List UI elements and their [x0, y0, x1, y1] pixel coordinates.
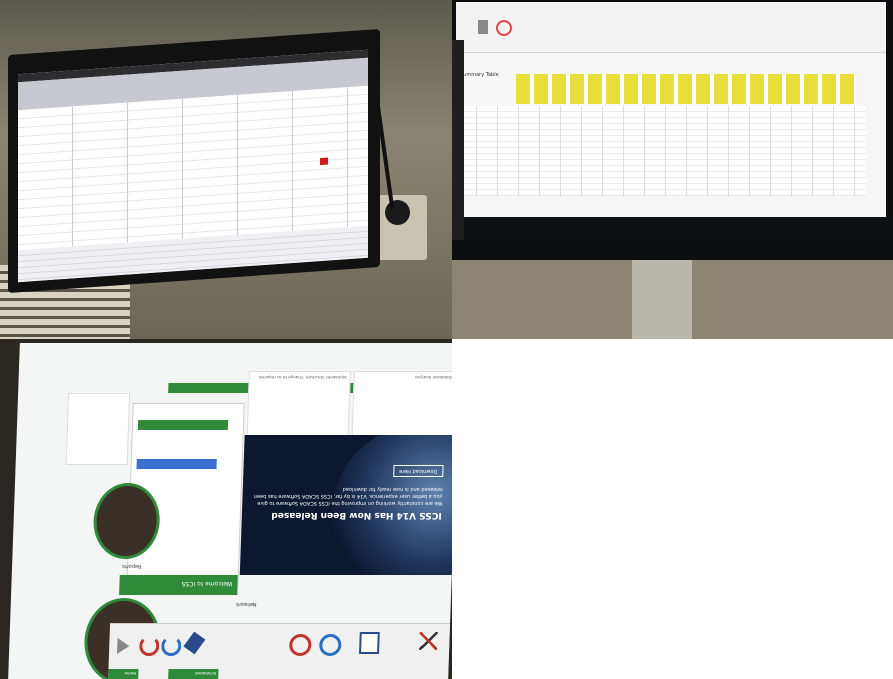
ribbon-right	[456, 2, 886, 53]
sidebar-selected-row[interactable]	[136, 459, 217, 469]
bottom-tab-home[interactable]: Home	[108, 669, 139, 679]
grid-columns	[18, 85, 368, 251]
left-edge-dark	[452, 40, 464, 240]
banner-body: We are constantly working on improving t…	[253, 486, 443, 506]
ribbon-gauge-icon-2[interactable]	[318, 634, 342, 656]
ribbon-icon-b	[496, 20, 512, 36]
yellow-header-row	[516, 74, 856, 104]
card-1: Alphabetic structure, Change to as requi…	[246, 371, 351, 443]
bottom-tab-scheduled-label: Scheduled	[195, 671, 217, 676]
bottom-tab-home-label: Home	[124, 671, 137, 676]
bottom-tab-scheduled[interactable]: Scheduled	[168, 669, 219, 679]
photo-bottom-left: Alphabetic structure, Change to as requi…	[0, 339, 452, 679]
banner-text-block: ICSS V14 Has Now Been Released We are co…	[252, 465, 444, 520]
ribbon-play-icon[interactable]	[117, 638, 130, 654]
red-marker	[320, 157, 328, 166]
banner-title: ICSS V14 Has Now Been Released	[271, 510, 443, 520]
card-1-label: Alphabetic structure, Change to as requi…	[258, 375, 347, 380]
photo-top-right: Summary Table	[452, 0, 893, 339]
sidebar-heading: Reports	[121, 563, 142, 569]
ribbon-calendar-icon[interactable]	[359, 632, 380, 654]
photo-top-left	[0, 0, 452, 339]
blank-area	[452, 339, 893, 679]
release-banner: ICSS V14 Has Now Been Released We are co…	[239, 435, 452, 575]
ribbon-icon-a	[478, 20, 488, 34]
taskbar-right	[452, 218, 893, 234]
screen-right: Summary Table	[456, 2, 886, 217]
sidebar-button-label: Welcome to ICSS	[181, 580, 233, 587]
grid-cols-right	[456, 106, 866, 196]
download-button[interactable]: Download Here	[392, 465, 444, 477]
ribbon-refresh-icon-2[interactable]	[160, 636, 182, 656]
ribbon-refresh-icon[interactable]	[138, 636, 160, 656]
screen-bottom: Alphabetic structure, Change to as requi…	[8, 343, 452, 679]
monitor-stand	[632, 250, 692, 339]
card-2: Database Analysis	[351, 371, 452, 443]
monitor-screen	[18, 49, 368, 283]
ribbon-tools-icon[interactable]	[419, 632, 438, 650]
network-tab[interactable]: Network	[236, 601, 257, 607]
summary-header: Summary Table	[460, 72, 499, 78]
sidebar-green-row	[137, 420, 229, 430]
ribbon-brush-icon[interactable]	[183, 631, 206, 655]
ribbon-gauge-icon[interactable]	[288, 634, 312, 656]
card-2-label: Database Analysis	[414, 375, 452, 380]
sidebar-button[interactable]: Welcome to ICSS	[119, 575, 238, 595]
chart-thumbnail	[65, 393, 131, 465]
ribbon-bottom	[108, 623, 451, 679]
